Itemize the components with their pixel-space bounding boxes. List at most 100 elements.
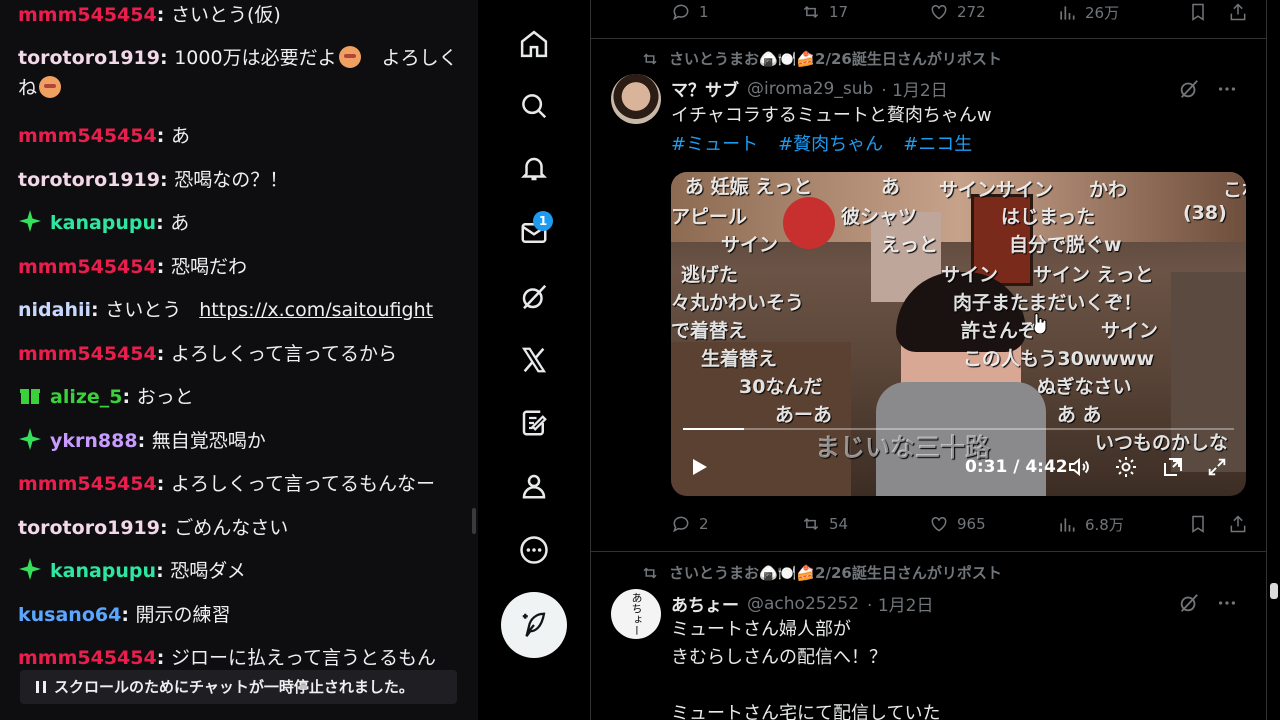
chat-message: kanapupu: 恐喝ダメ (18, 556, 463, 586)
timeline: 1 17 272 26万 さいとうまお🍙🍽️🍰2/26誕生日さんがリポスト マ？… (590, 0, 1267, 720)
video-progress-bar[interactable] (683, 428, 1234, 430)
user-handle[interactable]: @acho25252 (747, 594, 859, 614)
chat-username[interactable]: torotoro1919 (18, 517, 160, 539)
notification-badge: 1 (533, 211, 553, 231)
user-handle[interactable]: @iroma29_sub (747, 79, 873, 99)
chat-scrollbar[interactable] (472, 508, 476, 534)
reply-button[interactable]: 2 (671, 514, 709, 534)
chat-paused-banner[interactable]: スクロールのためにチャットが一時停止されました。 (20, 670, 457, 704)
compose-post-button[interactable] (501, 592, 567, 658)
video-player[interactable]: あ 妊娠 えっとあサインサインかわこれアピール彼シャツはじまった(38)サインえ… (671, 172, 1246, 496)
pip-button[interactable] (1161, 450, 1185, 484)
bookmark-icon (1192, 3, 1204, 21)
danmaku-comment: あ あ (1057, 404, 1102, 426)
chat-username[interactable]: ykrn888 (50, 430, 138, 452)
reply-button[interactable]: 1 (671, 2, 709, 22)
chat-username[interactable]: torotoro1919 (18, 169, 160, 191)
profile-icon[interactable] (514, 466, 554, 506)
bookmark-button[interactable] (1188, 514, 1208, 534)
display-name[interactable]: あちょー (671, 591, 739, 616)
sparkle-badge-icon[interactable] (18, 209, 42, 233)
hashtag-list: #ミュート #贅肉ちゃん #ニコ生 (671, 130, 972, 156)
chat-username[interactable]: kanapupu (50, 560, 156, 582)
chat-username[interactable]: mmm545454 (18, 343, 157, 365)
chat-username[interactable]: alize_5 (50, 386, 123, 408)
page-scrollbar[interactable] (1270, 583, 1278, 599)
pleading-face-emote-icon (338, 46, 361, 68)
post-date[interactable]: · 1月2日 (867, 591, 933, 616)
chat-username[interactable]: mmm545454 (18, 125, 157, 147)
views-icon (1060, 5, 1075, 20)
tweet-text-line: きむらしさんの配信へ！？ (671, 647, 887, 668)
search-icon[interactable] (514, 86, 554, 126)
danmaku-comment: 肉子またまだいくぞ！ (953, 292, 1143, 314)
chat-message: mmm545454: よろしくって言ってるもんなー (18, 469, 463, 499)
grok-icon[interactable] (1178, 78, 1200, 100)
chat-text: おっと (136, 386, 194, 408)
grok-icon[interactable] (1178, 592, 1200, 614)
chat-username[interactable]: mmm545454 (18, 473, 157, 495)
hashtag[interactable]: #ミュート (671, 130, 758, 156)
display-name[interactable]: マ？サブ (671, 76, 739, 101)
chat-message: mmm545454: ジローに払えって言うとるもん (18, 643, 463, 673)
chat-username[interactable]: kusano64 (18, 604, 121, 626)
play-button[interactable] (687, 450, 711, 484)
gift-badge-icon[interactable] (18, 383, 42, 407)
chat-separator: : (91, 299, 106, 321)
tweet-header: マ？サブ @iroma29_sub · 1月2日 (671, 76, 948, 102)
chat-username[interactable]: torotoro1919 (18, 47, 160, 69)
settings-button[interactable] (1114, 450, 1138, 484)
views-icon (1060, 517, 1075, 532)
chat-message: mmm545454: よろしくって言ってるから (18, 339, 463, 369)
chat-separator: : (156, 4, 171, 26)
repost-icon (643, 566, 657, 579)
lists-icon[interactable] (514, 403, 554, 443)
sparkle-badge-icon[interactable] (18, 557, 42, 581)
tweet-tools (1178, 592, 1238, 614)
danmaku-comment: あ (881, 176, 901, 198)
bookmark-button[interactable] (1188, 2, 1208, 22)
volume-button[interactable] (1067, 450, 1091, 484)
avatar[interactable]: あちょー (611, 589, 661, 639)
share-icon (1230, 515, 1246, 533)
chat-username[interactable]: mmm545454 (18, 647, 157, 669)
grok-icon[interactable] (514, 277, 554, 317)
chat-message: torotoro1919: 1000万は必要だよ よろしくね (18, 43, 463, 103)
share-button[interactable] (1228, 514, 1248, 534)
hashtag[interactable]: #ニコ生 (903, 130, 972, 156)
views-button[interactable]: 6.8万 (1057, 514, 1124, 535)
repost-count: 17 (829, 3, 849, 21)
danmaku-comment: 生着替え (701, 348, 778, 370)
like-button[interactable]: 965 (929, 514, 986, 534)
bell-icon[interactable] (514, 149, 554, 189)
more-options-icon[interactable] (1216, 592, 1238, 614)
chat-username[interactable]: nidahii (18, 299, 91, 321)
views-button[interactable]: 26万 (1057, 2, 1119, 23)
chat-link[interactable]: https://x.com/saitoufight (199, 299, 433, 321)
heart-icon (931, 516, 947, 532)
repost-count: 54 (829, 515, 849, 533)
danmaku-comment: (38) (1183, 202, 1227, 224)
repost-indicator[interactable]: さいとうまお🍙🍽️🍰2/26誕生日さんがリポスト (641, 562, 1002, 583)
chat-text: 1000万は必要だよ (174, 47, 337, 69)
chat-username[interactable]: mmm545454 (18, 4, 157, 26)
chat-username[interactable]: mmm545454 (18, 256, 157, 278)
chat-text: 恐喝ダメ (170, 560, 246, 582)
home-icon[interactable] (514, 24, 554, 64)
x-logo-icon[interactable] (514, 340, 554, 380)
chat-separator: : (156, 343, 171, 365)
more-options-icon[interactable] (1216, 78, 1238, 100)
sparkle-badge-icon[interactable] (18, 427, 42, 451)
post-date[interactable]: · 1月2日 (881, 76, 947, 101)
repost-indicator[interactable]: さいとうまお🍙🍽️🍰2/26誕生日さんがリポスト (641, 48, 1002, 69)
avatar[interactable] (611, 74, 661, 124)
chat-username[interactable]: kanapupu (50, 212, 156, 234)
like-button[interactable]: 272 (929, 2, 986, 22)
more-icon[interactable] (514, 530, 554, 570)
play-icon (693, 459, 707, 475)
fullscreen-button[interactable] (1206, 450, 1228, 484)
repost-button[interactable]: 17 (801, 2, 848, 22)
repost-button[interactable]: 54 (801, 514, 848, 534)
hashtag[interactable]: #贅肉ちゃん (778, 130, 883, 156)
share-button[interactable] (1228, 2, 1248, 22)
